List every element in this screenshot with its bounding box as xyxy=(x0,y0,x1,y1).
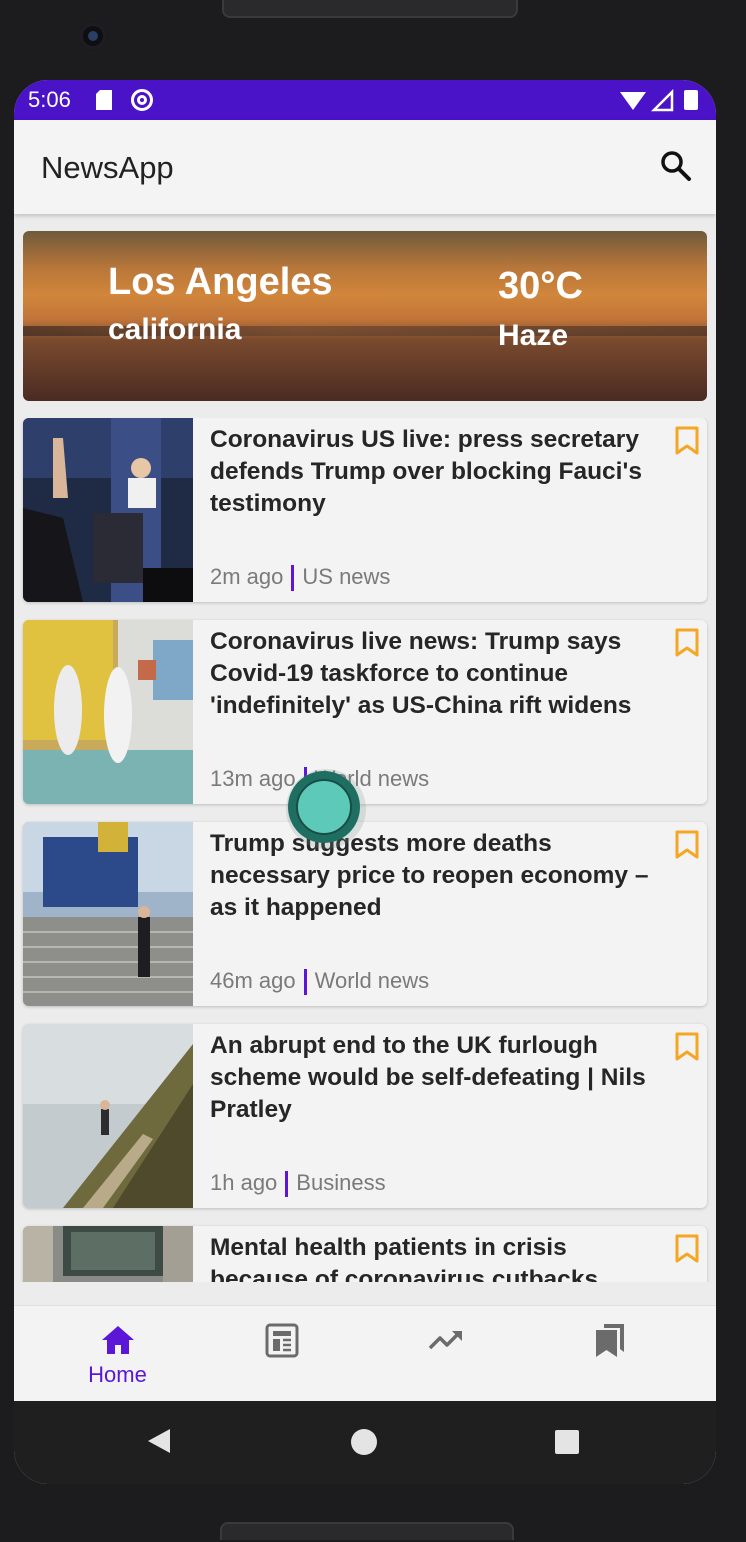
news-card[interactable]: An abrupt end to the UK furlough scheme … xyxy=(23,1024,707,1208)
system-navigation-bar xyxy=(14,1401,716,1484)
touch-ring xyxy=(288,771,360,843)
home-button[interactable] xyxy=(351,1429,377,1455)
home-icon xyxy=(102,1326,134,1354)
nav-item-saved[interactable] xyxy=(522,1306,697,1402)
bottom-navigation: Home xyxy=(14,1305,716,1402)
bookmark-icon[interactable] xyxy=(675,830,699,860)
article-meta: 1h ago Business xyxy=(210,1170,386,1198)
article-meta: 2m ago US news xyxy=(210,564,391,592)
device-frame: 5:06 NewsApp Los Angeles california 30°C… xyxy=(0,0,746,1542)
sd-card-icon xyxy=(96,90,112,110)
weather-card[interactable]: Los Angeles california 30°C Haze xyxy=(23,231,707,401)
news-card[interactable]: Trump suggests more deaths necessary pri… xyxy=(23,822,707,1006)
news-feed[interactable]: Coronavirus US live: press secretary def… xyxy=(14,418,716,1282)
meta-separator xyxy=(285,1171,289,1198)
article-title: Mental health patients in crisis because… xyxy=(210,1234,599,1282)
phone-screen: 5:06 NewsApp Los Angeles california 30°C… xyxy=(14,80,716,1484)
article-time: 2m ago xyxy=(210,564,284,589)
article-meta: 46m ago World news xyxy=(210,968,430,996)
article-time: 46m ago xyxy=(210,968,296,993)
article-time: 13m ago xyxy=(210,766,296,791)
future-sign-stairs-thumbnail xyxy=(23,822,193,1006)
bottom-grille xyxy=(220,1522,514,1540)
trending-icon xyxy=(428,1331,462,1350)
weather-city: Los Angeles xyxy=(108,261,333,303)
recent-apps-button[interactable] xyxy=(555,1430,579,1454)
building-window-thumbnail xyxy=(23,1226,193,1282)
at-sign-icon xyxy=(131,89,153,111)
nav-item-home[interactable]: Home xyxy=(30,1306,205,1402)
news-card[interactable]: Coronavirus US live: press secretary def… xyxy=(23,418,707,602)
bookmarks-icon xyxy=(596,1324,624,1357)
app-bar: NewsApp xyxy=(14,120,716,214)
press-briefing-thumbnail xyxy=(23,418,193,602)
weather-condition: Haze xyxy=(498,319,569,352)
article-section: US news xyxy=(302,564,391,589)
nav-label-home: Home xyxy=(88,1362,147,1387)
front-camera xyxy=(79,22,107,50)
back-icon[interactable] xyxy=(146,1427,172,1455)
search-icon[interactable] xyxy=(658,148,694,184)
news-card[interactable]: Mental health patients in crisis because… xyxy=(23,1226,707,1282)
article-title: Coronavirus live news: Trump says Covid-… xyxy=(210,628,632,719)
touch-dot xyxy=(296,779,352,835)
nav-item-trending[interactable] xyxy=(358,1306,533,1402)
status-time: 5:06 xyxy=(28,87,71,112)
bookmark-icon[interactable] xyxy=(675,1032,699,1062)
article-title: Trump suggests more deaths necessary pri… xyxy=(210,830,649,921)
meta-separator xyxy=(303,969,307,996)
bookmark-icon[interactable] xyxy=(675,628,699,658)
weather-region: california xyxy=(108,313,242,346)
nav-item-headlines[interactable] xyxy=(194,1306,369,1402)
disinfection-workers-thumbnail xyxy=(23,620,193,804)
cliff-path-fog-thumbnail xyxy=(23,1024,193,1208)
status-bar: 5:06 xyxy=(14,80,716,120)
article-title: An abrupt end to the UK furlough scheme … xyxy=(210,1032,646,1123)
bookmark-icon[interactable] xyxy=(675,426,699,456)
article-section: Business xyxy=(296,1170,386,1195)
speaker-grille xyxy=(222,0,518,18)
news-card[interactable]: Coronavirus live news: Trump says Covid-… xyxy=(23,620,707,804)
newspaper-icon xyxy=(265,1323,299,1358)
signal-battery-icons xyxy=(620,88,698,112)
bookmark-icon[interactable] xyxy=(675,1234,699,1264)
article-title: Coronavirus US live: press secretary def… xyxy=(210,426,642,517)
meta-separator xyxy=(291,565,295,592)
weather-temperature: 30°C xyxy=(498,265,583,307)
article-time: 1h ago xyxy=(210,1170,278,1195)
app-title: NewsApp xyxy=(41,150,174,185)
article-section: World news xyxy=(314,968,430,993)
touch-indicator xyxy=(286,769,366,849)
